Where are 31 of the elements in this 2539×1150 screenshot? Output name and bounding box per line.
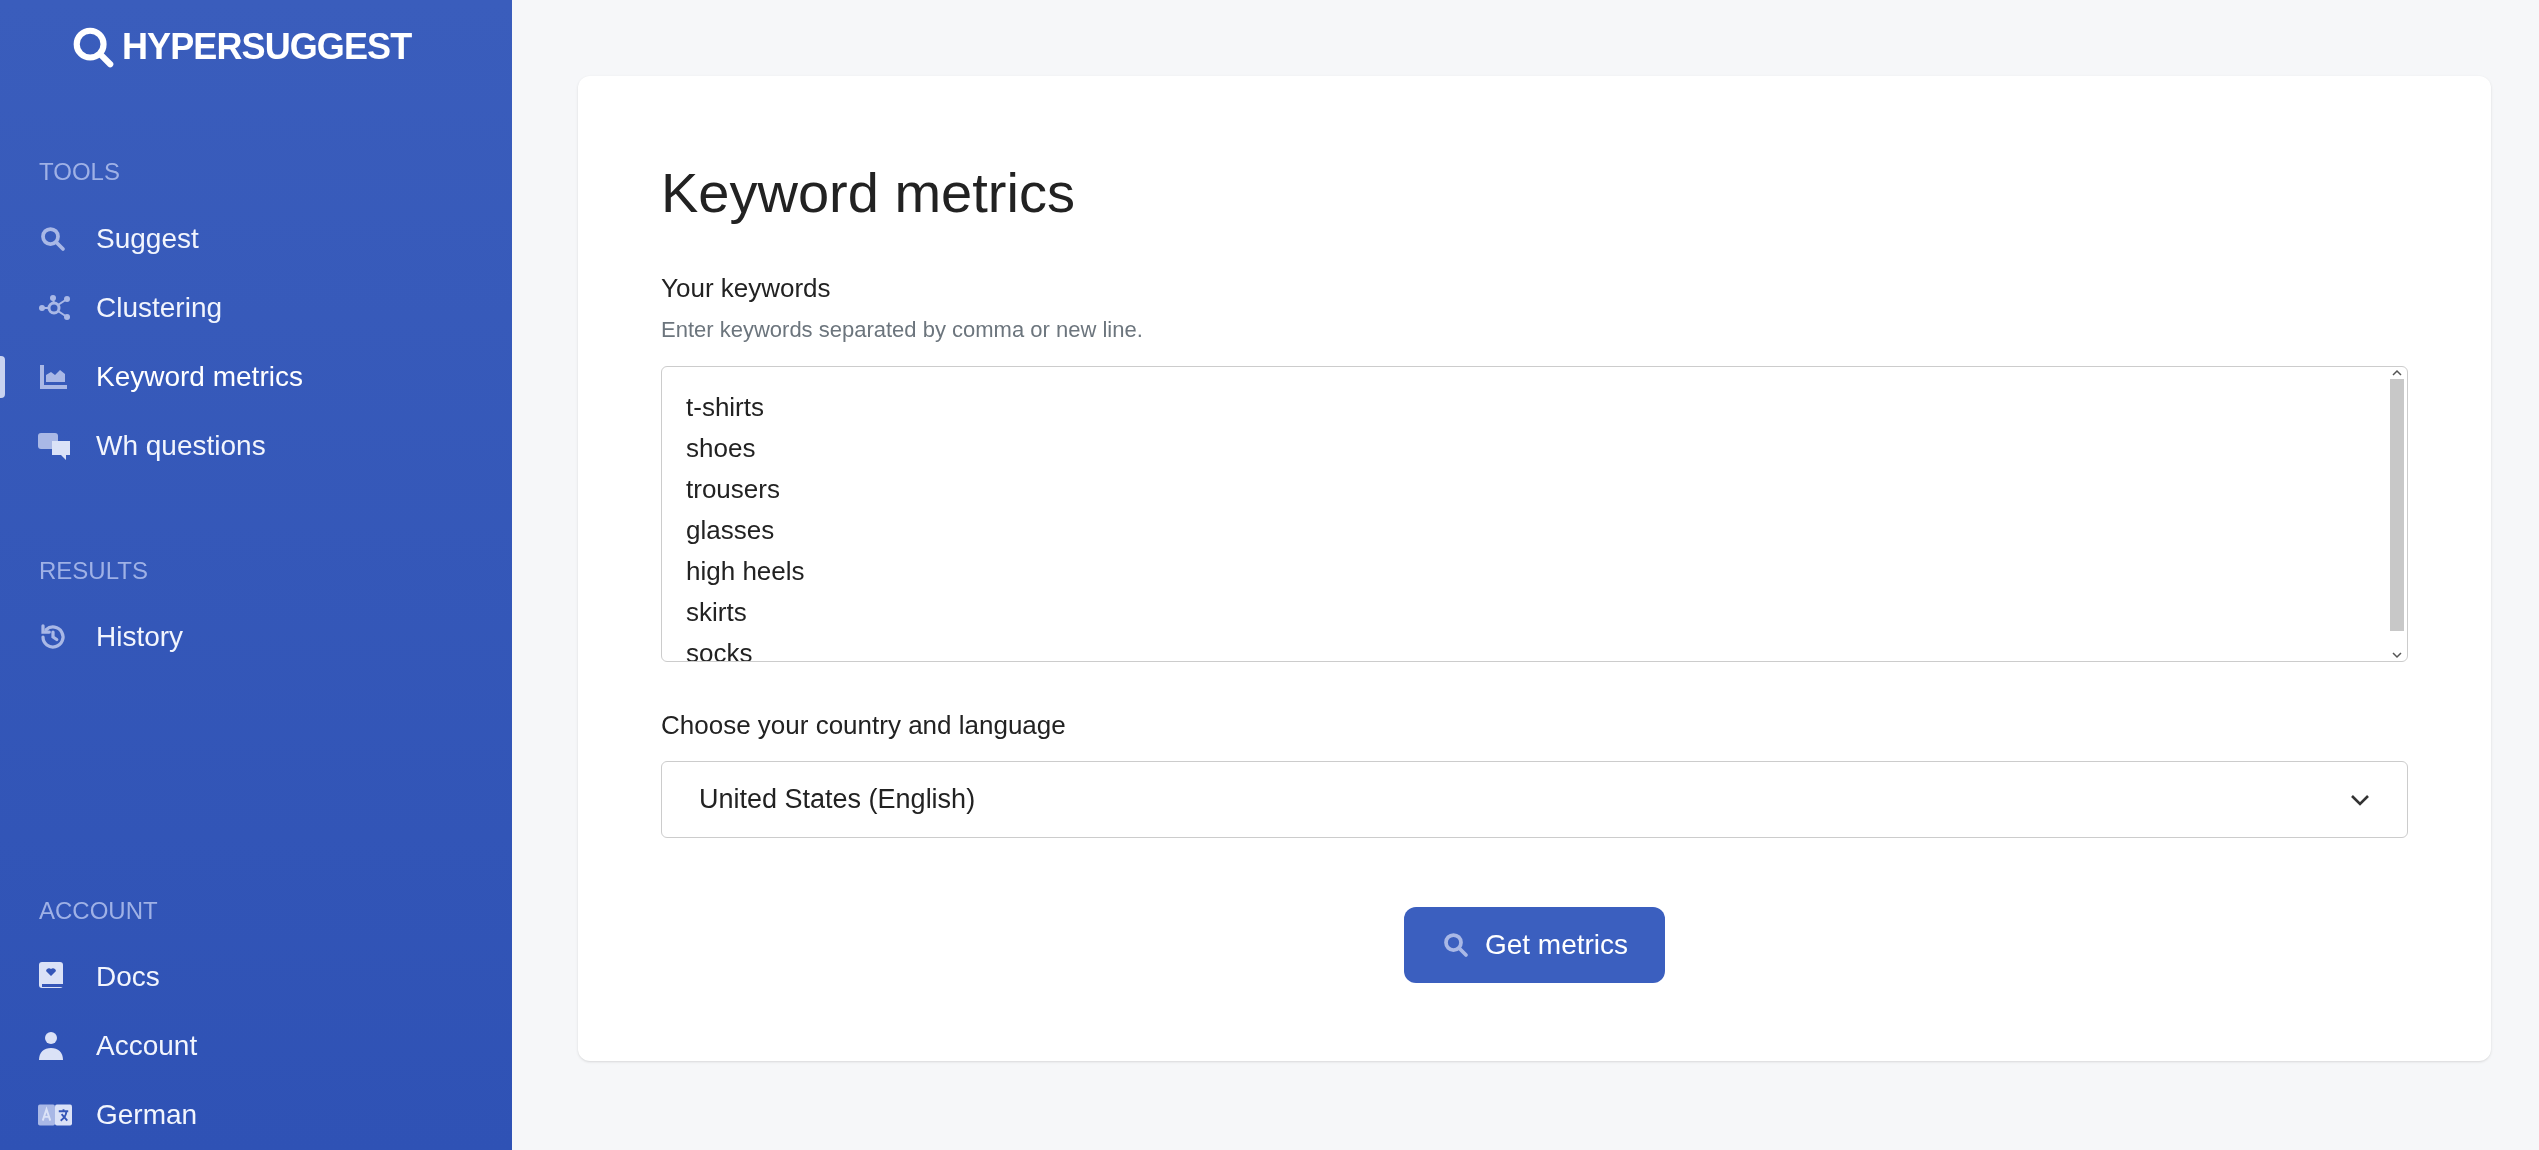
field-label: Choose your country and language [661, 709, 1067, 742]
user-icon [38, 1031, 64, 1062]
keyword-line: skirts [686, 596, 747, 629]
chat-bubbles-icon [38, 431, 72, 461]
sidebar-item[interactable]: Keyword metrics [38, 355, 303, 398]
sidebar-item[interactable]: Clustering [38, 286, 223, 329]
keyword-line: trousers [686, 473, 780, 506]
sidebar-item[interactable]: Wh questions [38, 425, 266, 467]
field-label: Your keywords [661, 272, 832, 305]
section-heading: TOOLS [38, 157, 121, 188]
field-hint: Enter keywords separated by comma or new line. [661, 316, 1144, 344]
section-heading: RESULTS [38, 555, 149, 586]
sidebar-item[interactable]: German [38, 1094, 198, 1137]
sidebar-item[interactable]: Account [38, 1025, 198, 1068]
scroll-up-icon[interactable] [2392, 369, 2402, 377]
keyword-line: glasses [686, 514, 775, 547]
chevron-down-icon [2350, 793, 2370, 806]
scroll-down-icon[interactable] [2392, 651, 2402, 659]
sidebar-item[interactable]: Docs [38, 956, 160, 999]
area-chart-icon [38, 362, 68, 391]
scrollbar[interactable] [2389, 369, 2405, 659]
get-metrics-button[interactable]: Get metrics [1404, 907, 1665, 983]
sidebar-item[interactable]: Suggest [38, 217, 199, 260]
section-heading: ACCOUNT [38, 895, 159, 926]
network-icon [38, 292, 72, 323]
sidebar-item[interactable]: History [38, 616, 184, 659]
keyword-line: t-shirts [686, 391, 764, 424]
logo-text: HYPERSUGGEST [122, 25, 412, 69]
country-select[interactable]: United States (English) [661, 761, 2408, 838]
keyword-line: high heels [686, 555, 805, 588]
keyword-line: shoes [686, 432, 756, 465]
